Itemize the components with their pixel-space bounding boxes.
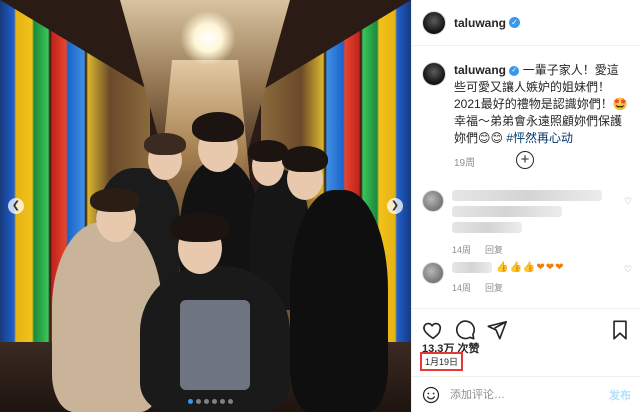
verified-icon: ✓ [509, 17, 521, 28]
thumbs-up-icon: 👍 [509, 262, 522, 273]
hair [282, 146, 328, 172]
comment-reply[interactable]: 回复 [485, 281, 503, 294]
comment-meta: 14周 回复 [452, 281, 632, 294]
heart-emoji-icon: ❤ [555, 262, 564, 273]
carousel-dot[interactable] [212, 399, 217, 404]
post-date[interactable]: 1月19日 [420, 352, 464, 371]
avatar[interactable] [422, 62, 446, 86]
comment-line: 👍 👍 👍 ❤ ❤ ❤ [452, 262, 632, 273]
comment-time[interactable]: 14周 [452, 281, 471, 294]
comment-body: ♡ 14周 回复 [452, 190, 632, 256]
post-photo[interactable]: ❮ ❯ [0, 0, 411, 412]
carousel-dot[interactable] [228, 399, 233, 404]
hashtag-link[interactable]: #怦然再心动 [506, 131, 573, 145]
heart-emoji-icon: ❤ [536, 262, 545, 273]
post-comment-button[interactable]: 发布 [609, 387, 631, 403]
person-right [290, 190, 388, 412]
comment-item: 👍 👍 👍 ❤ ❤ ❤ ♡ 14周 回复 [422, 262, 632, 294]
comment-item: ♡ 14周 回复 [422, 190, 632, 256]
blurred-comment-line [452, 262, 492, 273]
carousel-dot[interactable] [196, 399, 201, 404]
comment-icon[interactable] [454, 319, 476, 341]
comment-input[interactable] [450, 388, 609, 401]
action-bar [412, 308, 640, 341]
comment-like-icon[interactable]: ♡ [624, 264, 632, 275]
carousel-next-icon[interactable]: ❯ [387, 198, 403, 214]
hair [90, 188, 140, 212]
hair [192, 112, 244, 142]
thumbs-up-icon: 👍 [496, 262, 509, 273]
comment-emojis: 👍 👍 👍 ❤ ❤ ❤ [496, 262, 564, 273]
blurred-comment-line [452, 222, 522, 233]
caption-username[interactable]: taluwang [454, 63, 506, 77]
carousel-dots [188, 399, 233, 404]
carousel-prev-icon[interactable]: ❮ [8, 198, 24, 214]
avatar[interactable] [422, 10, 446, 35]
add-comment-bar: 发布 [412, 376, 640, 412]
post-side-panel: taluwang ✓ taluwang ✓ 一輩子家人！愛這些可愛又讓人嫉妒的姐… [411, 0, 640, 412]
comment-body: 👍 👍 👍 ❤ ❤ ❤ ♡ 14周 回复 [452, 262, 632, 294]
verified-icon: ✓ [509, 65, 520, 76]
hair [144, 133, 186, 155]
blurred-comment-line [452, 206, 562, 217]
comment-reply[interactable]: 回复 [485, 243, 503, 256]
post-header: taluwang ✓ [412, 0, 640, 46]
plus-circle-icon[interactable]: + [516, 151, 534, 169]
bookmark-icon[interactable] [609, 319, 631, 341]
header-username[interactable]: taluwang [454, 16, 506, 30]
carousel-dot[interactable] [204, 399, 209, 404]
comment-like-icon[interactable]: ♡ [624, 196, 632, 207]
heart-emoji-icon: ❤ [545, 262, 555, 273]
avatar[interactable] [422, 190, 444, 212]
heart-icon[interactable] [422, 319, 444, 341]
caption-body: taluwang ✓ 一輩子家人！愛這些可愛又讓人嫉妒的姐妹們！2021最好的禮… [454, 62, 630, 172]
grey-sweater [180, 300, 250, 390]
chandelier [180, 10, 236, 66]
avatar[interactable] [422, 262, 444, 284]
share-icon[interactable] [486, 319, 508, 341]
thumbs-up-icon: 👍 [522, 262, 536, 273]
carousel-dot[interactable] [220, 399, 225, 404]
blurred-comment-line [452, 190, 602, 201]
comment-meta: 14周 回复 [452, 243, 632, 256]
carousel-dot[interactable] [188, 399, 193, 404]
caption-timestamp[interactable]: 19周 [454, 155, 630, 172]
smile-icon[interactable] [422, 386, 440, 404]
hair [170, 212, 230, 242]
comment-time[interactable]: 14周 [452, 243, 471, 256]
